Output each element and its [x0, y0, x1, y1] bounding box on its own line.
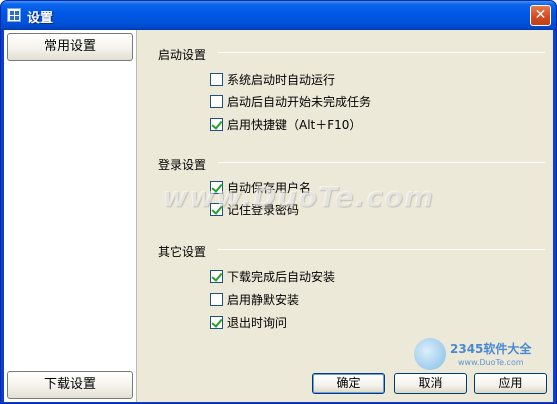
option-label: 自动保存用户名 — [227, 180, 312, 195]
section-title-startup: 启动设置 — [158, 48, 207, 62]
close-button[interactable]: ✕ — [530, 5, 551, 26]
section-divider — [218, 249, 545, 250]
option-auto-install[interactable]: 下载完成后自动安装 — [210, 268, 335, 284]
cancel-button[interactable]: 取消 — [394, 373, 467, 394]
sidebar-item-download-settings[interactable]: 下载设置 — [7, 371, 133, 399]
window-title: 设置 — [27, 11, 54, 26]
app-icon — [7, 8, 21, 22]
option-label: 启动后自动开始未完成任务 — [227, 94, 372, 109]
settings-panel: 启动设置 系统启动时自动运行 启动后自动开始未完成任务 启用快捷键（Alt＋F1… — [138, 30, 553, 402]
section-title-login: 登录设置 — [158, 158, 207, 172]
checkbox[interactable] — [210, 94, 223, 108]
apply-button[interactable]: 应用 — [474, 373, 547, 394]
option-remember-password[interactable]: 记住登录密码 — [210, 201, 299, 217]
option-save-username[interactable]: 自动保存用户名 — [210, 179, 311, 195]
option-auto-run[interactable]: 系统启动时自动运行 — [210, 71, 335, 87]
section-divider — [218, 162, 545, 163]
option-label: 下载完成后自动安装 — [227, 269, 336, 284]
section-title-other: 其它设置 — [158, 245, 207, 259]
option-resume-tasks[interactable]: 启动后自动开始未完成任务 — [210, 93, 371, 109]
title-bar[interactable]: 设置 ✕ — [1, 1, 556, 30]
checkbox[interactable] — [210, 180, 223, 194]
option-silent-install[interactable]: 启用静默安装 — [210, 291, 299, 307]
mascot-icon — [414, 338, 446, 370]
sidebar-item-general-settings[interactable]: 常用设置 — [7, 33, 133, 61]
checkbox[interactable] — [210, 269, 223, 283]
checkbox[interactable] — [210, 72, 223, 86]
sidebar: 常用设置 下载设置 — [4, 30, 137, 402]
section-divider — [218, 52, 545, 53]
option-label: 启用静默安装 — [227, 292, 300, 307]
watermark-brand: 2345软件大全 — [450, 342, 532, 356]
watermark-url: www.DuoTe.com — [458, 358, 524, 367]
option-label: 记住登录密码 — [227, 202, 300, 217]
option-hotkey[interactable]: 启用快捷键（Alt＋F10） — [210, 116, 361, 132]
ok-button[interactable]: 确定 — [312, 373, 385, 394]
checkbox[interactable] — [210, 315, 223, 329]
option-label: 启用快捷键（Alt＋F10） — [227, 117, 362, 132]
dialog-client-area: 常用设置 下载设置 启动设置 系统启动时自动运行 启动后自动开始未完成任务 启用… — [4, 30, 553, 402]
settings-window: 设置 ✕ 常用设置 下载设置 启动设置 系统启动时自动运行 启动后自动开始未完成… — [0, 0, 557, 404]
checkbox[interactable] — [210, 292, 223, 306]
checkbox[interactable] — [210, 117, 223, 131]
option-ask-on-exit[interactable]: 退出时询问 — [210, 314, 287, 330]
option-label: 系统启动时自动运行 — [227, 72, 336, 87]
checkbox[interactable] — [210, 202, 223, 216]
close-icon: ✕ — [534, 7, 547, 23]
option-label: 退出时询问 — [227, 315, 288, 330]
